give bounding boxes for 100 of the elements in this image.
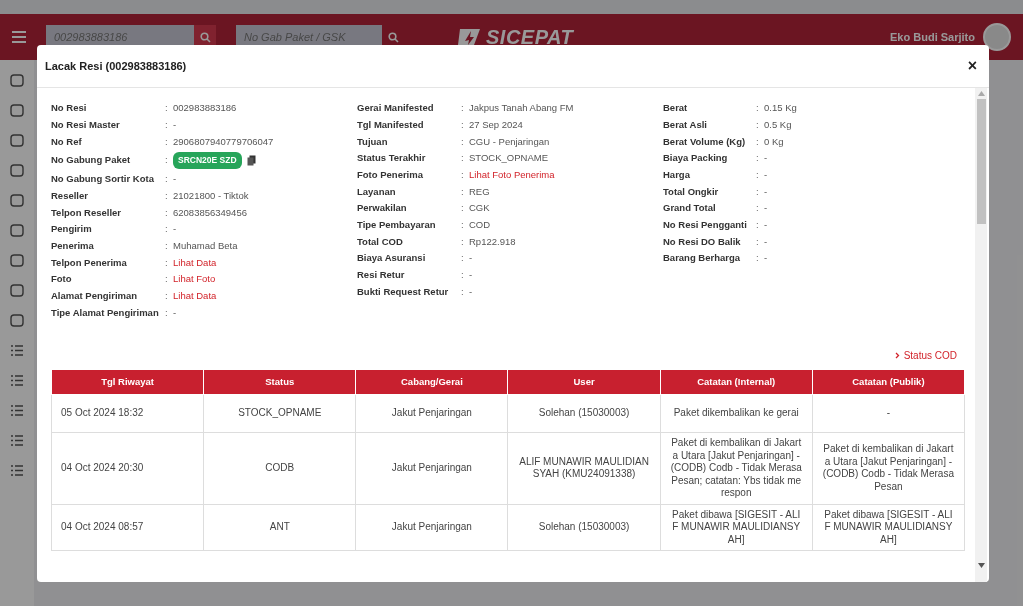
field-label: Harga: [663, 167, 691, 182]
colon-text: :: [461, 184, 465, 199]
table-cell: Paket dibawa [SIGESIT - ALIF MUNAWIR MAULIDIANSYAH]: [812, 504, 965, 551]
field-value: -: [469, 284, 473, 299]
field-value: -: [173, 172, 177, 187]
field-value: Muhamad Beta: [173, 239, 238, 254]
column-header: Cabang/Gerai: [355, 369, 508, 395]
list-icon[interactable]: [10, 464, 24, 477]
view-link[interactable]: Lihat Foto Penerima: [469, 167, 555, 183]
scroll-down-icon[interactable]: [977, 563, 985, 568]
table-cell: Solehan (15030003): [507, 504, 661, 551]
colon-text: :: [165, 305, 169, 320]
list-icon[interactable]: [10, 374, 24, 387]
colon-text: :: [165, 239, 169, 254]
field-label: No Gabung Paket: [51, 153, 132, 168]
field-value: 62083856349456: [173, 205, 247, 220]
close-button[interactable]: ×: [967, 58, 977, 74]
field-label: Penerima: [51, 239, 95, 254]
column-header: Catatan (Publik): [812, 369, 965, 395]
field-value: -: [764, 184, 768, 199]
table-cell: Paket dibawa [SIGESIT - ALIF MUNAWIR MAULIDIANSYAH]: [660, 504, 813, 551]
field-value: -: [469, 268, 473, 283]
colon-text: :: [756, 184, 760, 199]
list-icon[interactable]: [10, 404, 24, 417]
field-value: -: [764, 218, 768, 233]
field-label: Foto: [51, 272, 73, 287]
field-label: No Ref: [51, 134, 83, 149]
menu-item-icon[interactable]: [10, 194, 24, 207]
colon-text: :: [756, 101, 760, 116]
colon-text: :: [756, 167, 760, 182]
table-cell: -: [812, 394, 965, 433]
menu-item-icon[interactable]: [10, 284, 24, 297]
field-label: Telpon Penerima: [51, 255, 128, 270]
table-cell: 05 Oct 2024 18:32: [51, 394, 204, 433]
view-link[interactable]: Lihat Data: [173, 289, 217, 304]
colon-text: :: [165, 222, 169, 237]
field-label: Total Ongkir: [663, 184, 720, 199]
menu-item-icon[interactable]: [10, 254, 24, 267]
colon-text: :: [756, 218, 760, 233]
colon-text: :: [461, 284, 465, 299]
colon-text: :: [165, 153, 169, 168]
status-cod-link[interactable]: Status COD: [894, 348, 957, 363]
field-label: Layanan: [357, 184, 397, 199]
field-label: Berat Volume (Kg): [663, 134, 747, 149]
field-label: Telpon Reseller: [51, 205, 123, 220]
table-cell: 04 Oct 2024 20:30: [51, 432, 204, 504]
view-link[interactable]: Lihat Foto: [173, 272, 216, 287]
field-label: Biaya Packing: [663, 151, 729, 166]
menu-item-icon[interactable]: [10, 104, 24, 117]
field-label: No Resi DO Balik: [663, 234, 742, 249]
table-cell: Paket dikembalikan ke gerai: [660, 394, 813, 433]
field-value: -: [764, 234, 768, 249]
colon-text: :: [461, 201, 465, 216]
column-header: Status: [203, 369, 356, 395]
scrollbar-thumb[interactable]: [976, 99, 986, 224]
menu-item-icon[interactable]: [10, 134, 24, 147]
list-icon[interactable]: [10, 434, 24, 447]
menu-item-icon[interactable]: [10, 164, 24, 177]
field-value: -: [173, 222, 177, 237]
field-label: No Gabung Sortir Kota: [51, 172, 155, 187]
field-label: Tgl Manifested: [357, 117, 425, 132]
field-value: 002983883186: [173, 101, 237, 116]
field-value: -: [469, 251, 473, 266]
table-cell: CODB: [203, 432, 356, 504]
colon-text: :: [165, 172, 169, 187]
colon-text: :: [461, 218, 465, 233]
table-cell: Jakut Penjaringan: [355, 394, 508, 433]
colon-text: :: [165, 188, 169, 203]
menu-icon[interactable]: [12, 31, 26, 43]
list-icon[interactable]: [10, 344, 24, 357]
field-value: -: [764, 251, 768, 266]
colon-text: :: [756, 201, 760, 216]
colon-text: :: [165, 101, 169, 116]
field-label: Perwakilan: [357, 201, 408, 216]
field-label: Foto Penerima: [357, 167, 424, 182]
package-badge: SRCN20E SZD: [173, 152, 242, 169]
copy-icon[interactable]: [246, 155, 256, 167]
colon-text: :: [165, 117, 169, 132]
field-value: CGK: [469, 201, 490, 216]
table-cell: Jakut Penjaringan: [355, 432, 508, 504]
colon-text: :: [461, 134, 465, 149]
field-label: Berat Asli: [663, 117, 708, 132]
field-label: Pengirim: [51, 222, 93, 237]
table-cell: Paket di kembalikan di Jakarta Utara [Jakut Penjaringan] - (CODB) Codb - Tidak Merasa Pesan: [812, 432, 965, 504]
colon-text: :: [165, 272, 169, 287]
field-value: Jakpus Tanah Abang FM: [469, 101, 574, 116]
field-label: Tipe Pembayaran: [357, 218, 437, 233]
column-header: Tgl Riwayat: [51, 369, 204, 395]
menu-item-icon[interactable]: [10, 314, 24, 327]
modal-title: Lacak Resi (002983883186): [45, 58, 187, 74]
view-link[interactable]: Lihat Data: [173, 255, 217, 270]
field-label: No Resi Master: [51, 117, 121, 132]
menu-item-icon[interactable]: [10, 224, 24, 237]
field-label: Biaya Asuransi: [357, 251, 427, 266]
menu-item-icon[interactable]: [10, 74, 24, 87]
field-label: Tujuan: [357, 134, 389, 149]
scrollbar[interactable]: [975, 88, 987, 582]
colon-text: :: [756, 151, 760, 166]
colon-text: :: [461, 151, 465, 166]
column-header: Catatan (Internal): [660, 369, 813, 395]
